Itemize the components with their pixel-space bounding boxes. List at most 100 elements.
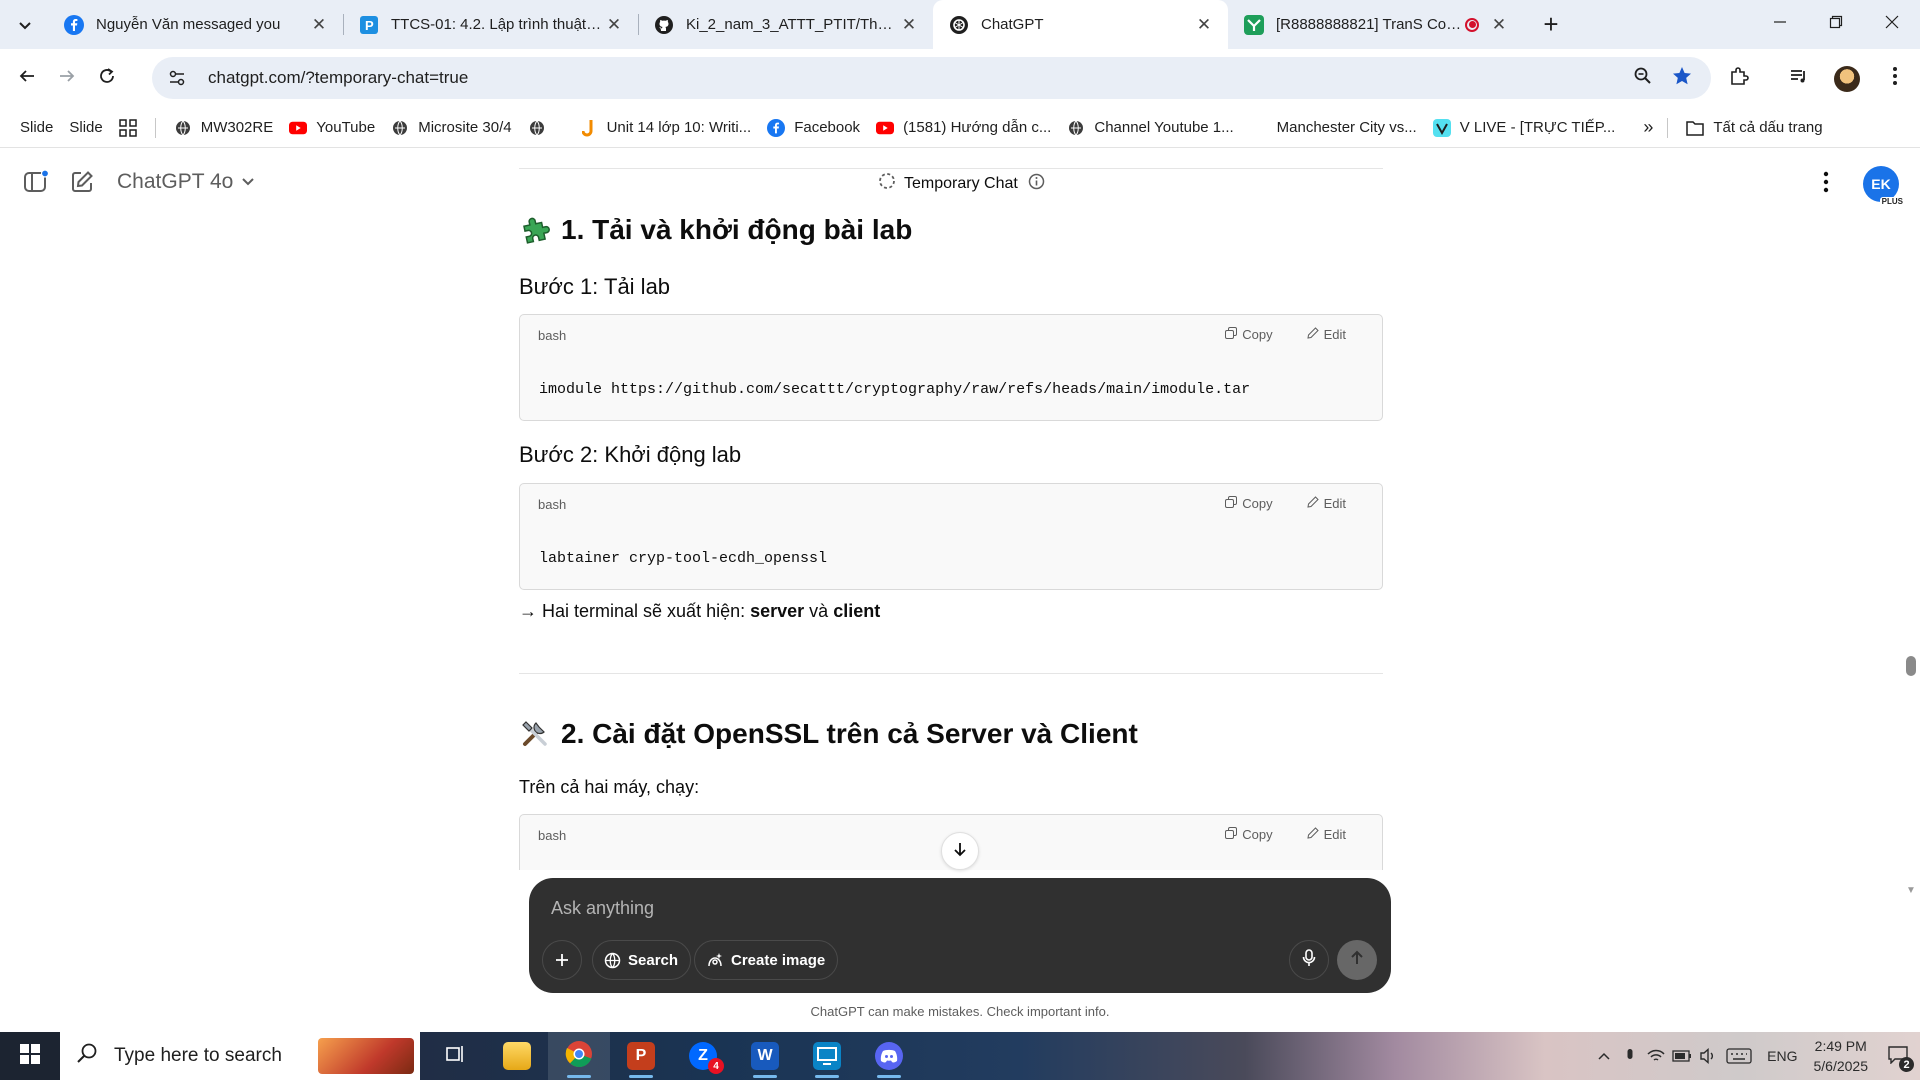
kebab-menu-icon [1892,66,1898,91]
bookmarks-overflow-button[interactable]: » [1635,113,1661,143]
browser-tab-facebook[interactable]: Nguyễn Văn messaged you ✕ [48,0,343,49]
bookmark-unit14[interactable]: Unit 14 lớp 10: Writi... [572,113,760,143]
bookmark-microsite[interactable]: Microsite 30/4 [383,113,519,143]
edit-code-button[interactable]: Edit [1306,827,1346,842]
zalo-app[interactable]: Z 4 [672,1032,734,1080]
globe-icon [528,119,546,137]
browser-toolbar: chatgpt.com/?temporary-chat=true [0,49,1920,108]
bookmark-slide[interactable]: Slide [12,113,61,143]
bookmark-vlive[interactable]: V LIVE - [TRỰC TIẾP... [1425,113,1624,143]
browser-tab-ttcs[interactable]: P TTCS-01: 4.2. Lập trình thuật toán ✕ [343,0,638,49]
new-chat-button[interactable] [66,168,98,200]
info-icon[interactable] [1028,173,1045,195]
discord-app[interactable] [858,1032,920,1080]
code-content[interactable]: imodule https://github.com/secattt/crypt… [520,359,1382,420]
voice-input-button[interactable] [1289,940,1329,980]
create-image-button[interactable]: Create image [694,940,839,980]
edit-label: Edit [1323,827,1346,842]
close-icon[interactable]: ✕ [899,15,919,35]
edit-code-button[interactable]: Edit [1306,327,1346,342]
vlive-icon [1432,118,1451,137]
send-button[interactable] [1337,940,1377,980]
apps-grid-icon [118,118,137,137]
bookmark-mw302re[interactable]: MW302RE [166,113,282,143]
edit-code-button[interactable]: Edit [1306,496,1346,511]
bookmark-slide[interactable]: Slide [61,113,110,143]
browser-tab-github[interactable]: Ki_2_nam_3_ATTT_PTIT/Thực tập ✕ [638,0,933,49]
close-icon[interactable]: ✕ [604,15,624,35]
bookmark-channel-youtube[interactable]: Channel Youtube 1... [1059,113,1241,143]
volume-icon[interactable] [1695,1032,1721,1080]
microphone-icon[interactable] [1617,1032,1643,1080]
powerpoint-app[interactable]: P [610,1032,672,1080]
file-explorer-app[interactable] [486,1032,548,1080]
tab-search-button[interactable] [8,8,42,42]
chat-options-button[interactable] [1812,170,1840,198]
account-avatar[interactable]: EK PLUS [1863,166,1905,206]
copy-code-button[interactable]: Copy [1225,327,1273,342]
chevron-up-icon[interactable] [1591,1032,1617,1080]
copy-code-button[interactable]: Copy [1225,496,1273,511]
browser-menu-button[interactable] [1874,58,1916,100]
arrow-up-icon [1349,950,1365,971]
copy-code-button[interactable]: Copy [1225,827,1273,842]
section-heading: 1. Tải và khởi động bài lab [519,214,912,246]
word-app[interactable]: W [734,1032,796,1080]
bookmark-apps[interactable] [111,113,145,143]
bookmark-facebook[interactable]: Facebook [759,113,868,143]
browser-tab-conference[interactable]: [R8888888821] TranS Conference ✕ [1228,0,1523,49]
close-icon[interactable]: ✕ [309,15,329,35]
temporary-chat-indicator: Temporary Chat [878,172,1045,195]
start-button[interactable] [0,1032,60,1080]
browser-tab-chatgpt[interactable]: ChatGPT ✕ [933,0,1228,49]
prompt-input[interactable]: Ask anything [551,898,654,919]
remote-desktop-app[interactable] [796,1032,858,1080]
back-button[interactable] [7,59,47,99]
code-actions: Copy Edit [1225,496,1346,511]
close-window-button[interactable] [1864,0,1920,49]
input-language[interactable]: ENG [1767,1048,1797,1064]
scroll-down-arrow-icon[interactable]: ▼ [1906,886,1916,896]
reload-button[interactable] [87,59,127,99]
clock-date: 5/6/2025 [1813,1058,1869,1074]
section-intro: Trên cả hai máy, chạy: [519,777,700,797]
chrome-app[interactable] [548,1032,610,1080]
minimize-button[interactable] [1752,0,1808,49]
battery-icon[interactable] [1669,1032,1695,1080]
address-bar[interactable]: chatgpt.com/?temporary-chat=true [152,57,1711,99]
bookmark-star-icon[interactable] [1671,65,1693,92]
attach-button[interactable] [542,940,582,980]
task-view-button[interactable] [424,1032,486,1080]
bookmark-youtube[interactable]: YouTube [281,113,383,143]
zoom-icon[interactable] [1633,66,1653,91]
media-controls-button[interactable] [1778,58,1820,100]
profile-button[interactable] [1826,58,1868,100]
code-content[interactable]: labtainer cryp-tool-ecdh_openssl [520,528,1382,589]
sidebar-toggle-button[interactable] [20,168,52,200]
edit-label: Edit [1323,327,1346,342]
bookmark-globe[interactable] [520,113,554,143]
all-bookmarks-button[interactable]: Tất cả dấu trang [1678,113,1830,143]
scroll-to-bottom-button[interactable] [941,832,979,870]
minimize-icon [1773,15,1787,34]
extensions-button[interactable] [1718,58,1760,100]
url-text[interactable]: chatgpt.com/?temporary-chat=true [208,68,1633,88]
bookmark-youtube-guide[interactable]: (1581) Hướng dẫn c... [868,113,1059,143]
chevron-down-icon [18,18,32,32]
page-scrollbar-thumb[interactable] [1906,656,1916,676]
action-center-button[interactable]: 2 [1876,1032,1920,1080]
restore-button[interactable] [1808,0,1864,49]
image-sparkle-icon [706,951,724,969]
model-selector[interactable]: ChatGPT 4o [117,170,255,194]
bookmark-manchester-city[interactable]: Manchester City vs... [1242,113,1425,143]
close-icon[interactable]: ✕ [1489,15,1509,35]
search-button[interactable]: Search [592,940,692,980]
site-info-icon[interactable] [166,67,188,89]
forward-button[interactable] [47,59,87,99]
taskbar-search-box[interactable]: Type here to search [60,1032,420,1080]
close-icon[interactable]: ✕ [1194,15,1214,35]
keyboard-icon[interactable] [1721,1032,1757,1080]
wifi-icon[interactable] [1643,1032,1669,1080]
clock[interactable]: 2:49 PM 5/6/2025 [1814,1036,1869,1076]
new-tab-button[interactable]: + [1533,7,1569,43]
